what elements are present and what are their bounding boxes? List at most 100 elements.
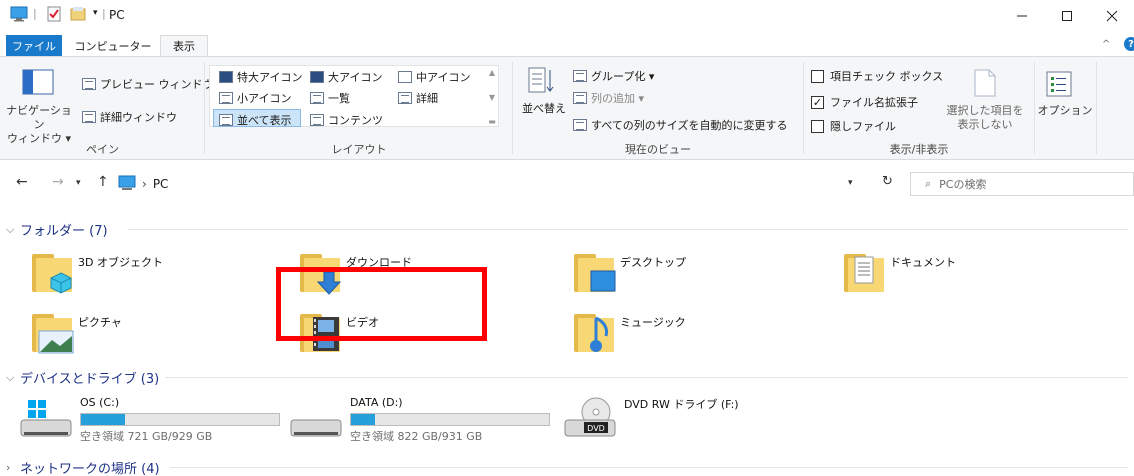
group-label-layout: レイアウト <box>331 143 387 156</box>
search-input[interactable]: ⌕ PCの検索 <box>910 172 1134 196</box>
forward-arrow-icon[interactable]: → <box>52 174 64 190</box>
folder-pictures[interactable]: ピクチャ <box>32 310 122 354</box>
item-checkboxes-checkbox[interactable] <box>811 69 824 83</box>
scroll-up-icon[interactable]: ▲ <box>489 68 495 77</box>
help-icon[interactable]: ? <box>1124 37 1134 51</box>
maximize-button[interactable] <box>1047 4 1087 28</box>
navigation-pane-button[interactable]: ナビゲーション ウィンドウ ▾ <box>6 104 72 146</box>
section-title-network: ネットワークの場所 (4) <box>20 462 160 476</box>
recent-locations-chevron-icon[interactable]: ▾ <box>76 178 81 188</box>
layout-list[interactable]: 一覧 <box>310 90 350 106</box>
layout-medium-icons[interactable]: 中アイコン <box>398 69 470 85</box>
layout-content[interactable]: コンテンツ <box>310 112 383 128</box>
folder-documents[interactable]: ドキュメント <box>844 250 956 294</box>
layout-details[interactable]: 詳細 <box>398 90 438 106</box>
options-icon[interactable] <box>1046 71 1072 97</box>
chevron-down-icon: ⌵ <box>6 370 15 384</box>
address-history-chevron-icon[interactable]: ▾ <box>848 178 853 188</box>
section-title-devices: デバイスとドライブ (3) <box>20 372 160 387</box>
section-divider <box>165 377 1128 378</box>
section-header-folders[interactable]: ⌵ フォルダー (7) <box>6 220 108 240</box>
new-folder-icon[interactable] <box>70 6 86 25</box>
options-button[interactable]: オプション <box>1036 104 1094 118</box>
folder-icon <box>32 250 72 294</box>
close-button[interactable] <box>1092 4 1132 28</box>
up-arrow-icon[interactable]: ↑ <box>97 174 109 190</box>
folder-label: ドキュメント <box>890 256 956 269</box>
layout-small-icons[interactable]: 小アイコン <box>219 90 291 106</box>
add-columns-label: 列の追加 ▾ <box>591 92 645 105</box>
breadcrumb-separator-icon: › <box>142 177 147 191</box>
title-separator: | <box>102 7 106 20</box>
extra-large-icons-icon <box>219 71 233 83</box>
folder-label: 3D オブジェクト <box>78 256 163 269</box>
folder-label: ピクチャ <box>78 316 122 329</box>
file-extensions-toggle[interactable]: ✓ ファイル名拡張子 <box>811 94 918 110</box>
folder-icon <box>574 310 614 354</box>
refresh-icon[interactable]: ↻ <box>882 174 893 189</box>
item-checkboxes-toggle[interactable]: 項目チェック ボックス <box>811 68 943 84</box>
svg-text:DVD: DVD <box>587 424 605 433</box>
hidden-items-toggle[interactable]: 隠しファイル <box>811 118 896 134</box>
hidden-items-checkbox[interactable] <box>811 119 824 133</box>
drive-usage-fill <box>81 414 125 425</box>
tab-view[interactable]: 表示 <box>160 35 208 56</box>
breadcrumb[interactable]: PC <box>153 177 169 191</box>
properties-icon[interactable] <box>46 6 62 25</box>
drive-dvd[interactable]: DVD DVD RW ドライブ (F:) <box>562 396 739 445</box>
details-pane-label: 詳細ウィンドウ <box>100 111 177 124</box>
section-title-folders: フォルダー (7) <box>20 224 108 239</box>
ribbon-collapse-icon[interactable]: ^ <box>1102 39 1110 50</box>
chevron-right-icon: › <box>6 461 11 474</box>
preview-pane-button[interactable]: プレビュー ウィンドウ <box>82 76 214 92</box>
extra-large-icons-label: 特大アイコン <box>237 71 303 84</box>
file-extensions-checkbox[interactable]: ✓ <box>811 95 824 109</box>
folder-label: デスクトップ <box>620 256 686 269</box>
drive-name: OS (C:) <box>80 396 120 409</box>
group-by-icon <box>573 70 587 82</box>
navigation-pane-icon[interactable] <box>22 69 54 95</box>
add-columns-button[interactable]: 列の追加 ▾ <box>573 90 644 106</box>
computer-icon[interactable] <box>10 6 28 25</box>
scroll-down-icon[interactable]: ▼ <box>489 93 495 102</box>
drive-d[interactable]: DATA (D:) 空き領域 822 GB/931 GB <box>288 396 550 445</box>
add-columns-icon <box>573 92 587 104</box>
medium-icons-icon <box>398 71 412 83</box>
folder-icon <box>32 310 74 354</box>
highlight-box <box>276 267 487 341</box>
group-label-pane: ペイン <box>86 143 119 156</box>
back-arrow-icon[interactable]: ← <box>16 174 28 190</box>
gallery-expand-icon[interactable]: ▬ <box>488 117 496 126</box>
hide-selected-button[interactable]: 選択した項目を 表示しない <box>938 104 1032 132</box>
drive-free-space: 空き領域 721 GB/929 GB <box>80 430 213 443</box>
tab-file[interactable]: ファイル <box>6 35 62 56</box>
layout-tiles[interactable]: 並べて表示 <box>219 112 292 128</box>
sort-by-icon[interactable] <box>527 66 555 96</box>
folder-3d-objects[interactable]: 3D オブジェクト <box>32 250 163 294</box>
folder-label: ミュージック <box>620 316 686 329</box>
drive-usage-fill <box>351 414 375 425</box>
layout-extra-large-icons[interactable]: 特大アイコン <box>219 69 302 85</box>
address-bar[interactable]: › PC <box>112 172 866 196</box>
section-divider <box>128 229 1128 230</box>
ribbon-divider <box>1034 62 1035 154</box>
section-header-devices[interactable]: ⌵ デバイスとドライブ (3) <box>6 368 160 388</box>
file-extensions-label: ファイル名拡張子 <box>830 96 918 109</box>
layout-large-icons[interactable]: 大アイコン <box>310 69 382 85</box>
sort-by-button[interactable]: 並べ替え <box>522 100 566 116</box>
drive-c[interactable]: OS (C:) 空き領域 721 GB/929 GB <box>18 396 280 445</box>
large-icons-label: 大アイコン <box>328 71 383 84</box>
group-by-button[interactable]: グループ化 ▾ <box>573 68 654 84</box>
folder-icon <box>574 250 616 294</box>
section-header-network[interactable]: › ネットワークの場所 (4) <box>6 458 160 476</box>
hide-selected-icon[interactable] <box>972 68 998 98</box>
details-pane-button[interactable]: 詳細ウィンドウ <box>82 109 177 125</box>
folder-desktop[interactable]: デスクトップ <box>574 250 686 294</box>
layout-gallery-scroll[interactable]: ▲ ▼ ▬ <box>486 68 498 126</box>
minimize-button[interactable] <box>1002 4 1042 28</box>
folder-music[interactable]: ミュージック <box>574 310 686 354</box>
qat-dropdown-icon[interactable]: ▾ <box>93 8 98 18</box>
title-bar: | ▾ | PC <box>0 0 1134 32</box>
tab-computer[interactable]: コンピューター <box>70 35 156 56</box>
size-all-columns-button[interactable]: すべての列のサイズを自動的に変更する <box>573 117 787 133</box>
